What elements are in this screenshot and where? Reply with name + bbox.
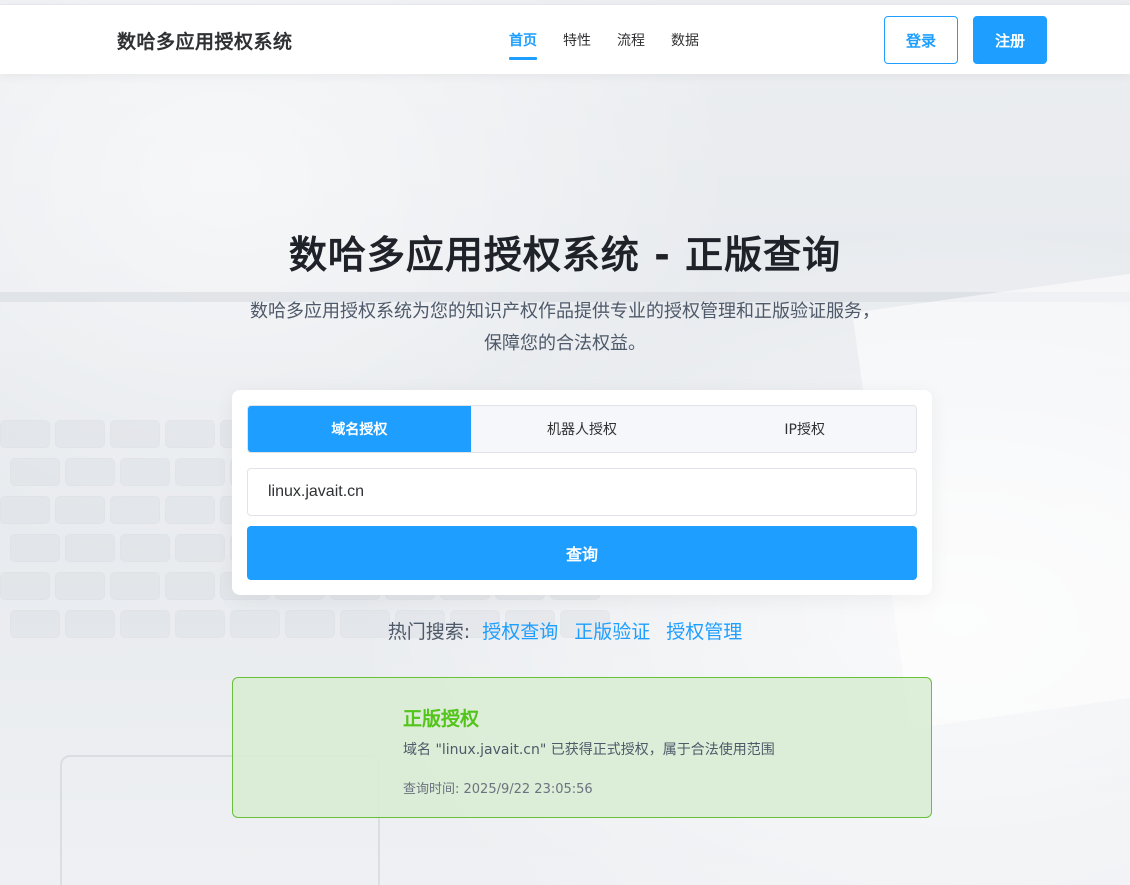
login-button[interactable]: 登录 (884, 16, 958, 64)
nav-home[interactable]: 首页 (509, 30, 537, 60)
result-panel: 正版授权 域名 "linux.javait.cn" 已获得正式授权，属于合法使用… (232, 677, 932, 818)
page-title: 数哈多应用授权系统 - 正版查询 (288, 233, 842, 277)
subtitle-line-1: 数哈多应用授权系统为您的知识产权作品提供专业的授权管理和正版验证服务， (250, 301, 880, 322)
tab-domain-license[interactable]: 域名授权 (248, 406, 471, 452)
bg-key (65, 534, 115, 562)
site-brand[interactable]: 数哈多应用授权系统 (117, 27, 293, 54)
bg-key (65, 458, 115, 486)
tab-robot-license[interactable]: 机器人授权 (471, 406, 694, 452)
main-nav: 首页 特性 流程 数据 (509, 30, 699, 60)
result-message: 域名 "linux.javait.cn" 已获得正式授权，属于合法使用范围 (403, 742, 775, 758)
result-title: 正版授权 (403, 708, 480, 730)
bg-key (175, 458, 225, 486)
bg-key (165, 572, 215, 600)
register-button[interactable]: 注册 (973, 16, 1047, 64)
hot-link-license-query[interactable]: 授权查询 (482, 617, 558, 644)
result-timestamp: 查询时间: 2025/9/22 23:05:56 (403, 782, 593, 797)
nav-data[interactable]: 数据 (671, 30, 699, 58)
bg-key (10, 534, 60, 562)
bg-key (55, 420, 105, 448)
bg-key (175, 534, 225, 562)
nav-features[interactable]: 特性 (563, 30, 591, 58)
tab-ip-license[interactable]: IP授权 (693, 406, 916, 452)
bg-key (110, 572, 160, 600)
bg-key (120, 534, 170, 562)
query-button[interactable]: 查询 (247, 526, 917, 580)
bg-key (0, 572, 50, 600)
page-subtitle: 数哈多应用授权系统为您的知识产权作品提供专业的授权管理和正版验证服务， 保障您的… (215, 296, 915, 360)
hot-link-genuine-verify[interactable]: 正版验证 (574, 617, 650, 644)
subtitle-line-2: 保障您的合法权益。 (484, 333, 646, 354)
hot-link-license-manage[interactable]: 授权管理 (666, 617, 742, 644)
search-card: 域名授权 机器人授权 IP授权 查询 (232, 390, 932, 595)
hot-searches: 热门搜索: 授权查询 正版验证 授权管理 (0, 617, 1130, 644)
domain-search-input[interactable] (247, 468, 917, 516)
bg-key (110, 496, 160, 524)
bg-key (55, 496, 105, 524)
hot-searches-label: 热门搜索: (387, 621, 471, 643)
top-navbar: 数哈多应用授权系统 首页 特性 流程 数据 登录 注册 (0, 4, 1130, 74)
query-type-tabs: 域名授权 机器人授权 IP授权 (247, 405, 917, 453)
bg-key (110, 420, 160, 448)
bg-key (165, 496, 215, 524)
bg-key (55, 572, 105, 600)
bg-key (0, 496, 50, 524)
bg-key (10, 458, 60, 486)
bg-key (120, 458, 170, 486)
bg-key (165, 420, 215, 448)
bg-key (0, 420, 50, 448)
nav-process[interactable]: 流程 (617, 30, 645, 58)
